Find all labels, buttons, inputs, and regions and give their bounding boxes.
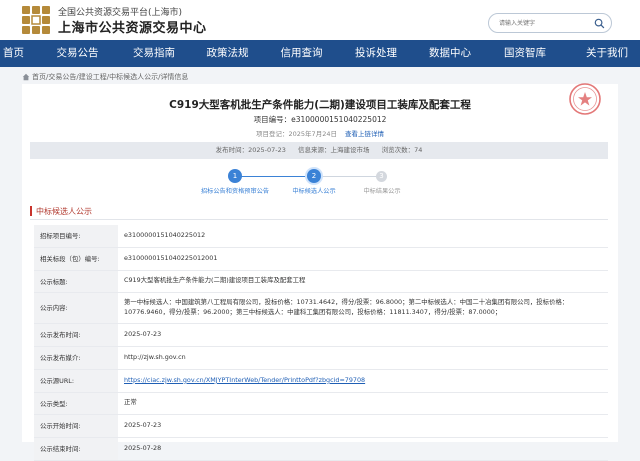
table-row: 公示源URL: https://ciac.zjw.sh.gov.cn/XMJYP…: [34, 369, 608, 393]
step-1-circle[interactable]: 1: [228, 169, 242, 183]
step-3-circle: 3: [376, 171, 387, 182]
source-url-link[interactable]: https://ciac.zjw.sh.gov.cn/XMJYPTInterWe…: [118, 369, 608, 393]
field-value: http://zjw.sh.gov.cn: [118, 346, 608, 370]
field-value: 2025-07-28: [118, 437, 608, 461]
table-row: 公示类型: 正常: [34, 392, 608, 415]
step-connector: [241, 176, 314, 177]
field-label: 公示发布媒介:: [34, 346, 118, 370]
field-label: 公示内容:: [34, 292, 118, 324]
page-title: C919大型客机批生产条件能力(二期)建设项目工装库及配套工程: [169, 99, 471, 111]
table-row: 公示发布时间: 2025-07-23: [34, 323, 608, 347]
table-row: 公示标题: C919大型客机批生产条件能力(二期)建设项目工装库及配套工程: [34, 270, 608, 293]
breadcrumb-item-home[interactable]: 首页: [32, 72, 46, 82]
field-label: 公示开始时间:: [34, 414, 118, 438]
nav-item-policy[interactable]: 政策法规: [180, 40, 275, 67]
field-value: 第一中标候选人：中国建筑第八工程局有限公司，投标价格：10731.4642，得分…: [118, 292, 608, 324]
breadcrumb-item-announcements[interactable]: 交易公告: [48, 72, 76, 82]
field-label: 招标项目编号:: [34, 225, 118, 248]
table-row: 相关标段（包）编号: e3100000151040225012001: [34, 247, 608, 271]
field-label: 相关标段（包）编号:: [34, 247, 118, 271]
table-row: 公示开始时间: 2025-07-23: [34, 414, 608, 438]
search-input[interactable]: [499, 18, 589, 29]
chain-detail-link[interactable]: 查看上链详情: [345, 130, 384, 138]
site-header: 全国公共资源交易平台(上海市) 上海市公共资源交易中心: [0, 0, 640, 40]
breadcrumb-item-detail: 详情信息: [160, 73, 189, 81]
search-box: [488, 13, 612, 33]
nav-item-think-tank[interactable]: 国资智库: [476, 40, 574, 67]
field-value: e3100000151040225012: [118, 225, 608, 248]
field-value: e3100000151040225012001: [118, 247, 608, 271]
search-icon[interactable]: [594, 18, 605, 29]
nav-item-about[interactable]: 关于我们: [574, 40, 640, 67]
registration-time: 项目登记：2025年7月24日: [256, 130, 337, 138]
detail-panel: C919大型客机批生产条件能力(二期)建设项目工装库及配套工程 项目编号：e31…: [22, 83, 618, 461]
registration-row: 项目登记：2025年7月24日 查看上链详情: [22, 128, 618, 138]
field-label: 公示类型:: [34, 392, 118, 415]
view-count: 浏览次数：74: [381, 146, 423, 154]
info-source: 信息来源：上海建设市场: [298, 146, 370, 154]
field-value: C919大型客机批生产条件能力(二期)建设项目工装库及配套工程: [118, 270, 608, 293]
field-label: 公示结束时间:: [34, 437, 118, 461]
step-connector: [322, 176, 378, 177]
breadcrumb: 首页 / 交易公告 / 建设工程 / 中标候选人公示 / 详情信息: [22, 72, 188, 82]
step-1-label[interactable]: 招标公告和资格预审公告: [200, 187, 270, 196]
main-nav: 首页 交易公告 交易指南 政策法规 信用查询 投诉处理 数据中心 国资智库 关于…: [0, 40, 640, 67]
step-2-circle[interactable]: 2: [307, 169, 321, 183]
field-value: 2025-07-23: [118, 414, 608, 438]
nav-item-credit[interactable]: 信用查询: [275, 40, 328, 67]
nav-item-complaints[interactable]: 投诉处理: [328, 40, 424, 67]
step-2-label[interactable]: 中标候选人公示: [282, 187, 346, 196]
progress-steps: 1 2 3 招标公告和资格预审公告 中标候选人公示 中标结果公示: [22, 168, 618, 208]
breadcrumb-item-candidates[interactable]: 中标候选人公示: [109, 72, 158, 82]
detail-table: 招标项目编号: e3100000151040225012 相关标段（包）编号: …: [34, 225, 608, 461]
breadcrumb-item-construction[interactable]: 建设工程: [79, 72, 107, 82]
home-icon: [22, 73, 30, 81]
field-label: 公示源URL:: [34, 369, 118, 393]
section-header: 中标候选人公示: [30, 206, 608, 220]
section-title: 中标候选人公示: [36, 207, 92, 216]
nav-item-home[interactable]: 首页: [0, 40, 27, 67]
section-marker: [30, 206, 32, 216]
publish-time: 发布时间：2025-07-23: [215, 146, 286, 154]
field-label: 公示发布时间:: [34, 323, 118, 347]
nav-item-data-center[interactable]: 数据中心: [424, 40, 476, 67]
table-row: 公示发布媒介: http://zjw.sh.gov.cn: [34, 346, 608, 370]
table-row: 招标项目编号: e3100000151040225012: [34, 225, 608, 248]
nav-item-announcements[interactable]: 交易公告: [27, 40, 128, 67]
site-title[interactable]: 上海市公共资源交易中心: [58, 17, 207, 36]
field-value: 正常: [118, 392, 608, 415]
nav-item-guide[interactable]: 交易指南: [128, 40, 180, 67]
field-label: 公示标题:: [34, 270, 118, 293]
table-row: 公示内容: 第一中标候选人：中国建筑第八工程局有限公司，投标价格：10731.4…: [34, 292, 608, 324]
step-3-label: 中标结果公示: [363, 188, 401, 195]
table-row: 公示结束时间: 2025-07-28: [34, 437, 608, 461]
site-logo-icon[interactable]: [20, 4, 52, 36]
field-value: 2025-07-23: [118, 323, 608, 347]
project-number: 项目编号：e3100000151040225012: [253, 115, 387, 124]
meta-bar: 发布时间：2025-07-23 信息来源：上海建设市场 浏览次数：74: [30, 142, 608, 159]
